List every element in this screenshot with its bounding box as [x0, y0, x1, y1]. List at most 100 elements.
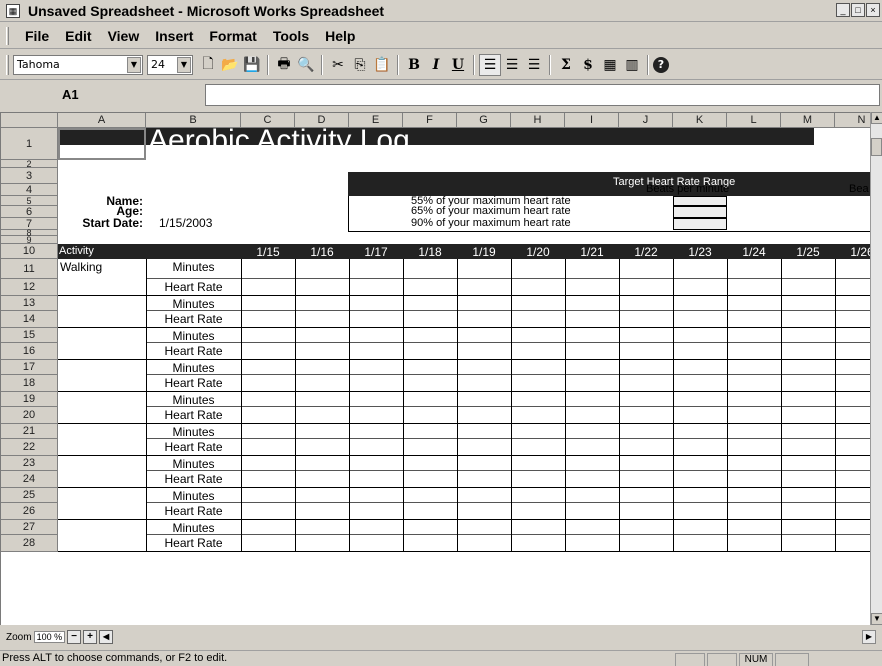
- column-border: [565, 259, 566, 552]
- font-size-select[interactable]: 24 ▼: [147, 54, 193, 75]
- paste-icon[interactable]: 📋: [371, 54, 393, 76]
- menu-tools[interactable]: Tools: [265, 28, 317, 44]
- align-right-icon[interactable]: ☰: [523, 54, 545, 76]
- chevron-down-icon[interactable]: ▼: [177, 56, 191, 73]
- row-header-15[interactable]: 15: [1, 328, 58, 343]
- row-header-17[interactable]: 17: [1, 360, 58, 375]
- column-border: [511, 259, 512, 552]
- row-header-24[interactable]: 24: [1, 471, 58, 488]
- align-left-icon[interactable]: ☰: [479, 53, 501, 76]
- row-border: [146, 470, 870, 471]
- zoom-value[interactable]: 100 %: [33, 631, 66, 643]
- row-header-22[interactable]: 22: [1, 439, 58, 456]
- align-center-icon[interactable]: ☰: [501, 54, 523, 76]
- selected-cell-a1[interactable]: [58, 128, 146, 160]
- row-header-13[interactable]: 13: [1, 296, 58, 311]
- row-header-1[interactable]: 1: [1, 128, 58, 160]
- scroll-left-icon[interactable]: ◀: [99, 630, 114, 644]
- column-header-a[interactable]: A: [58, 113, 146, 128]
- vertical-scrollbar[interactable]: ▲ ▼: [870, 112, 882, 625]
- scroll-thumb[interactable]: [871, 138, 882, 156]
- column-headers: ABCDEFGHIJKLMN: [1, 113, 870, 128]
- row-header-4[interactable]: 4: [1, 184, 58, 196]
- help-icon[interactable]: ?: [653, 56, 669, 73]
- heart-rate-label: Heart Rate: [164, 408, 223, 422]
- underline-icon[interactable]: U: [447, 54, 469, 76]
- row-header-26[interactable]: 26: [1, 503, 58, 520]
- start-date-value[interactable]: 1/15/2003: [159, 216, 212, 230]
- cut-icon[interactable]: ✂: [327, 54, 349, 76]
- target-bpm-input-2[interactable]: [673, 206, 727, 218]
- toolbar-separator: [549, 54, 551, 75]
- preview-icon[interactable]: 🔍: [295, 54, 317, 76]
- font-name-select[interactable]: Tahoma ▼: [13, 54, 143, 75]
- row-header-19[interactable]: 19: [1, 392, 58, 407]
- column-header-n[interactable]: N: [835, 113, 870, 128]
- row-header-28[interactable]: 28: [1, 535, 58, 552]
- formula-input[interactable]: [205, 84, 880, 106]
- menu-help[interactable]: Help: [317, 28, 363, 44]
- row-header-27[interactable]: 27: [1, 520, 58, 535]
- italic-icon[interactable]: I: [425, 54, 447, 76]
- menu-view[interactable]: View: [100, 28, 148, 44]
- copy-icon[interactable]: ⎘: [349, 54, 371, 76]
- row-header-5[interactable]: 5: [1, 196, 58, 206]
- new-icon[interactable]: 🗋: [197, 54, 219, 76]
- row-header-10[interactable]: 10: [1, 244, 58, 259]
- row-header-2[interactable]: 2: [1, 160, 58, 169]
- row-header-6[interactable]: 6: [1, 206, 58, 218]
- target-bpm-input-3[interactable]: [673, 218, 727, 230]
- spreadsheet-grid[interactable]: ABCDEFGHIJKLMN 1 2 3 4 5 6 7 8 9 10 11 12 13 14 15 16 17…: [0, 112, 870, 625]
- row-header-16[interactable]: 16: [1, 343, 58, 360]
- row-header-12[interactable]: 12: [1, 279, 58, 296]
- row-header-3[interactable]: 3: [1, 168, 58, 184]
- bold-icon[interactable]: B: [403, 54, 425, 76]
- menu-format[interactable]: Format: [201, 28, 264, 44]
- row-header-25[interactable]: 25: [1, 488, 58, 503]
- column-header-i[interactable]: I: [565, 113, 619, 128]
- scroll-down-icon[interactable]: ▼: [871, 613, 882, 625]
- column-header-m[interactable]: M: [781, 113, 835, 128]
- print-icon[interactable]: 🖶: [273, 54, 295, 76]
- row-border: [58, 391, 870, 392]
- row-header-23[interactable]: 23: [1, 456, 58, 471]
- currency-icon[interactable]: $: [577, 54, 599, 76]
- row-header-20[interactable]: 20: [1, 407, 58, 424]
- zoom-out-button[interactable]: −: [67, 630, 82, 644]
- column-header-k[interactable]: K: [673, 113, 727, 128]
- column-header-g[interactable]: G: [457, 113, 511, 128]
- row-header-14[interactable]: 14: [1, 311, 58, 328]
- open-icon[interactable]: 📂: [219, 54, 241, 76]
- row-border: [58, 551, 870, 552]
- select-all-corner[interactable]: [1, 113, 58, 128]
- menu-edit[interactable]: Edit: [57, 28, 99, 44]
- column-header-h[interactable]: H: [511, 113, 565, 128]
- cell-reference[interactable]: A1: [2, 83, 144, 107]
- works-app-icon[interactable]: ▦: [6, 3, 20, 18]
- minimize-button[interactable]: _: [836, 3, 850, 17]
- row-header-9[interactable]: 9: [1, 236, 58, 245]
- row-header-11[interactable]: 11: [1, 259, 58, 279]
- chevron-down-icon[interactable]: ▼: [127, 56, 141, 73]
- autosum-icon[interactable]: Σ: [555, 54, 577, 76]
- scroll-right-icon[interactable]: ▶: [862, 630, 876, 644]
- easy-calc-icon[interactable]: ▦: [599, 54, 621, 76]
- target-bpm-input-1[interactable]: [673, 196, 727, 206]
- save-icon[interactable]: 💾: [241, 54, 263, 76]
- row-header-18[interactable]: 18: [1, 375, 58, 392]
- column-header-l[interactable]: L: [727, 113, 781, 128]
- scroll-up-icon[interactable]: ▲: [871, 112, 882, 124]
- zoom-in-button[interactable]: +: [83, 630, 98, 644]
- column-header-j[interactable]: J: [619, 113, 673, 128]
- close-button[interactable]: ×: [866, 3, 880, 17]
- column-header-f[interactable]: F: [403, 113, 457, 128]
- menu-file[interactable]: File: [17, 28, 57, 44]
- row-header-21[interactable]: 21: [1, 424, 58, 439]
- menu-insert[interactable]: Insert: [147, 28, 201, 44]
- row-border: [146, 406, 870, 407]
- column-border: [619, 259, 620, 552]
- toolbar-separator: [397, 54, 399, 75]
- maximize-button[interactable]: □: [851, 3, 865, 17]
- activity-walking[interactable]: Walking: [60, 260, 102, 274]
- chart-icon[interactable]: ▥: [621, 54, 643, 76]
